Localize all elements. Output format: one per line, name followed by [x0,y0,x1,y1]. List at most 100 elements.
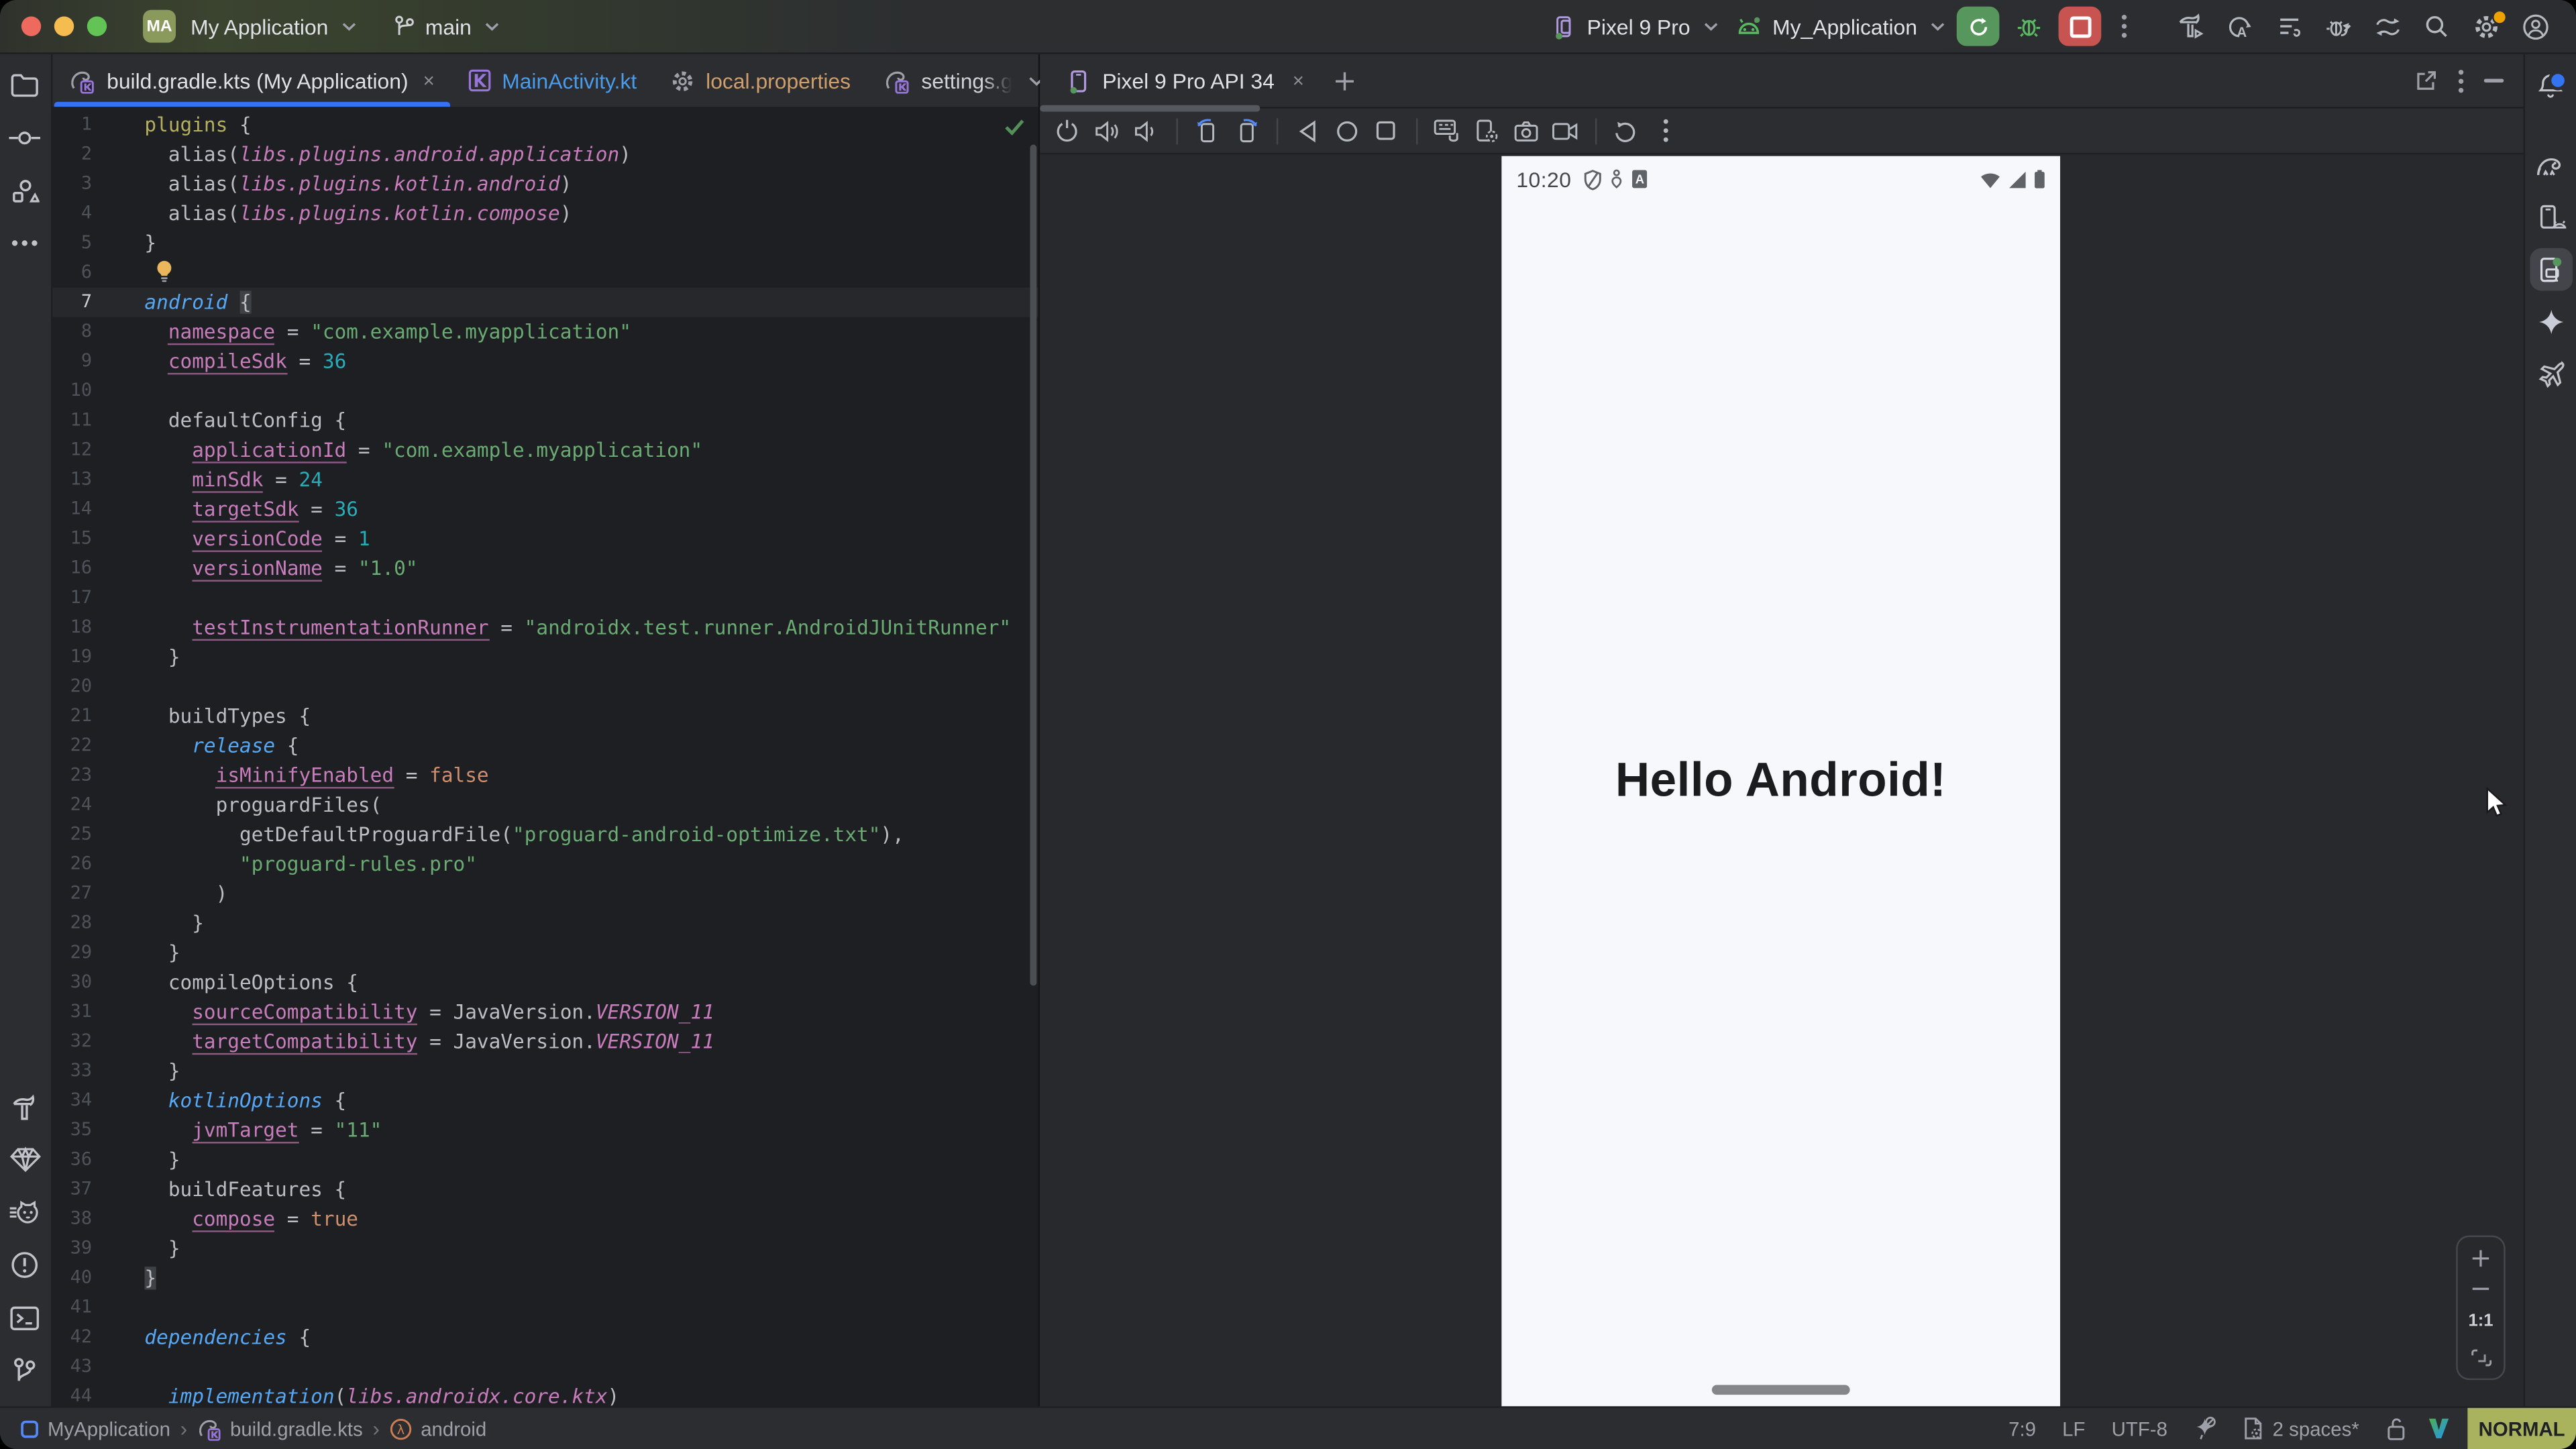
code-line[interactable]: 8 namespace = "com.example.myapplication… [52,317,1038,347]
code-line[interactable]: 28 } [52,908,1038,938]
line-number[interactable]: 8 [52,317,144,347]
line-number[interactable]: 33 [52,1057,144,1086]
more-tool-windows-button[interactable] [4,222,47,265]
line-number[interactable]: 26 [52,849,144,879]
profiler-tool-button[interactable] [4,1191,47,1234]
code-line[interactable]: 13 minSdk = 24 [52,465,1038,494]
zoom-one-to-one-button[interactable]: 1:1 [2468,1310,2493,1330]
line-number[interactable]: 7 [52,288,144,317]
unlock-icon[interactable] [2372,1408,2420,1449]
apply-changes-button[interactable]: A [2214,5,2263,48]
screenshot-button[interactable] [1508,113,1544,149]
breadcrumb-element[interactable]: λ android [390,1417,487,1440]
code-line[interactable]: 2 alias(libs.plugins.android.application… [52,140,1038,169]
code-line[interactable]: 22 release { [52,731,1038,761]
line-number[interactable]: 27 [52,879,144,908]
line-number[interactable]: 30 [52,967,144,997]
line-number[interactable]: 31 [52,998,144,1027]
file-encoding[interactable]: UTF-8 [2098,1408,2180,1449]
code-line[interactable]: 38 compose = true [52,1204,1038,1234]
code-line[interactable]: 43 [52,1352,1038,1382]
notifications-tool-button[interactable] [2529,64,2572,107]
version-control-tool-button[interactable] [4,1349,47,1392]
more-options-button[interactable] [1648,113,1684,149]
gemini-tool-button[interactable] [2529,301,2572,343]
run-configuration-selector[interactable]: My_Application [1735,14,1945,39]
tab-settings-gradle[interactable]: settings.g [867,54,1030,107]
line-number[interactable]: 35 [52,1116,144,1145]
code-line[interactable]: 6 [52,258,1038,287]
code-line[interactable]: 27 ) [52,879,1038,908]
code-line[interactable]: 44 implementation(libs.androidx.core.ktx… [52,1382,1038,1407]
play-policy-insights-tool-button[interactable] [2529,354,2572,396]
apply-code-changes-button[interactable] [2264,5,2313,48]
code-line[interactable]: 17 [52,583,1038,612]
line-number[interactable]: 18 [52,612,144,642]
code-line[interactable]: 4 alias(libs.plugins.kotlin.compose) [52,199,1038,228]
rotate-left-button[interactable] [1189,113,1226,149]
project-tool-button[interactable] [4,64,47,107]
ideavim-icon[interactable] [2420,1408,2457,1449]
line-number[interactable]: 38 [52,1204,144,1234]
overview-button[interactable] [1368,113,1405,149]
build-button[interactable] [2165,5,2214,48]
line-number[interactable]: 34 [52,1086,144,1116]
code-line[interactable]: 41 [52,1293,1038,1322]
code-line[interactable]: 37 buildFeatures { [52,1175,1038,1204]
line-number[interactable]: 3 [52,169,144,199]
code-line[interactable]: 32 targetCompatibility = JavaVersion.VER… [52,1027,1038,1057]
attach-debugger-button[interactable] [2313,5,2362,48]
tab-build-gradle-kts[interactable]: build.gradle.kts (My Application) × [52,54,451,107]
line-number[interactable]: 9 [52,347,144,376]
line-number[interactable]: 42 [52,1322,144,1352]
sync-project-button[interactable] [2363,5,2412,48]
more-run-actions-button[interactable] [2106,5,2143,48]
zoom-to-fit-icon[interactable] [2470,1349,2491,1367]
line-number[interactable]: 39 [52,1234,144,1263]
line-number[interactable]: 25 [52,820,144,849]
power-button[interactable] [1050,113,1086,149]
line-number[interactable]: 11 [52,406,144,435]
screen-record-button[interactable] [1548,113,1584,149]
home-button[interactable] [1329,113,1365,149]
code-line[interactable]: 10 [52,376,1038,406]
line-number[interactable]: 28 [52,908,144,938]
line-number[interactable]: 1 [52,110,144,140]
breadcrumb-file[interactable]: build.gradle.kts [197,1416,363,1441]
problems-tool-button[interactable] [4,1244,47,1287]
line-number[interactable]: 44 [52,1382,144,1407]
code-line[interactable]: 9 compileSdk = 36 [52,347,1038,376]
device-tab[interactable]: Pixel 9 Pro API 34 × [1040,68,1320,93]
open-in-new-window-icon[interactable] [2414,68,2438,93]
code-line[interactable]: 25 getDefaultProguardFile("proguard-andr… [52,820,1038,849]
line-number[interactable]: 12 [52,435,144,465]
line-number[interactable]: 22 [52,731,144,761]
code-line[interactable]: 18 testInstrumentationRunner = "androidx… [52,612,1038,642]
stop-button[interactable] [2059,7,2102,46]
line-number[interactable]: 4 [52,199,144,228]
device-settings-button[interactable] [1468,113,1505,149]
search-everywhere-button[interactable] [2412,5,2461,48]
line-number[interactable]: 23 [52,761,144,790]
inspections-ok-icon[interactable] [1004,118,1025,136]
line-number[interactable]: 32 [52,1027,144,1057]
code-line[interactable]: 33 } [52,1057,1038,1086]
vcs-branch-selector[interactable]: main [392,14,500,39]
line-number[interactable]: 29 [52,938,144,967]
reset-view-button[interactable] [1608,113,1644,149]
line-number[interactable]: 41 [52,1293,144,1322]
code-line[interactable]: 36 } [52,1145,1038,1175]
line-number[interactable]: 37 [52,1175,144,1204]
app-quality-insights-tool-button[interactable] [4,1138,47,1181]
code-line[interactable]: 11 defaultConfig { [52,406,1038,435]
gesture-navigation-handle[interactable] [1712,1385,1850,1395]
profile-button[interactable] [2510,5,2559,48]
line-number[interactable]: 19 [52,643,144,672]
line-number[interactable]: 16 [52,553,144,583]
hide-panel-icon[interactable] [2484,78,2504,83]
ai-assistant-disabled-icon[interactable] [2181,1408,2230,1449]
editor-scrollbar[interactable] [1030,145,1036,986]
caret-position[interactable]: 7:9 [1996,1408,2049,1449]
zoom-out-icon[interactable] [2471,1287,2490,1291]
line-number[interactable]: 20 [52,672,144,702]
